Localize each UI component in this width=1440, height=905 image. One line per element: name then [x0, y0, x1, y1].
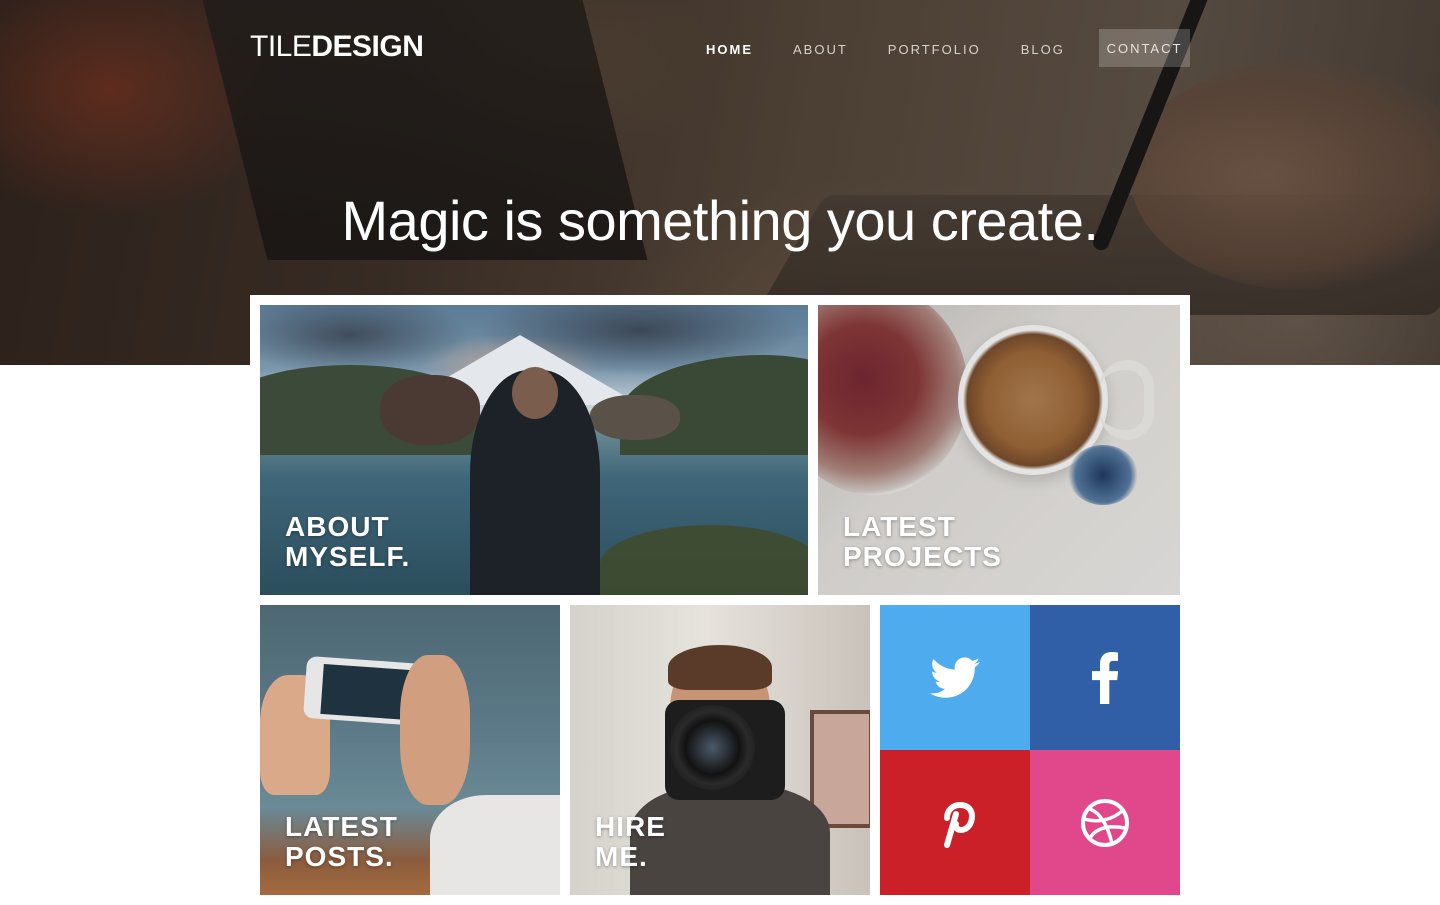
tile-label-line: LATEST [285, 811, 398, 842]
nav-blog[interactable]: BLOG [1021, 42, 1065, 58]
person-hair [668, 645, 772, 690]
tile-label-line: ABOUT [285, 511, 390, 542]
right-hand [400, 655, 470, 805]
dribbble-tile[interactable] [1030, 750, 1180, 895]
hero-headline: Magic is something you create. [341, 188, 1099, 252]
logo-light-text: TILE [250, 30, 312, 63]
tile-hire-me[interactable]: HIRE ME. [570, 605, 870, 895]
contact-button[interactable]: CONTACT [1099, 29, 1190, 67]
tile-label-line: LATEST [843, 511, 956, 542]
lake-rock [380, 375, 480, 445]
tile-about-myself[interactable]: ABOUT MYSELF. [260, 305, 808, 595]
tile-hire-label: HIRE ME. [595, 812, 666, 872]
tile-label-line: ME. [595, 841, 648, 872]
twitter-icon [930, 656, 980, 698]
shore-grass [600, 525, 808, 595]
pinterest-icon [944, 801, 975, 848]
nav-home[interactable]: HOME [706, 42, 753, 58]
dribbble-icon [1081, 798, 1129, 847]
main-nav: HOME ABOUT PORTFOLIO BLOG [706, 42, 1105, 58]
tile-label-line: POSTS. [285, 841, 394, 872]
lake-rock [590, 395, 680, 440]
tile-label-line: HIRE [595, 811, 666, 842]
camera-lens [670, 705, 755, 790]
person-head [512, 367, 558, 419]
tile-label-line: PROJECTS [843, 541, 1002, 572]
facebook-tile[interactable] [1030, 605, 1180, 750]
tile-posts-label: LATEST POSTS. [285, 812, 398, 872]
phone-screen [320, 663, 412, 721]
tile-about-label: ABOUT MYSELF. [285, 512, 410, 572]
twitter-tile[interactable] [880, 605, 1030, 750]
sleeve [430, 795, 560, 895]
logo-bold-text: DESIGN [311, 30, 424, 63]
tile-latest-projects[interactable]: LATEST PROJECTS [818, 305, 1180, 595]
site-logo[interactable]: TILEDESIGN [250, 30, 424, 64]
nav-about[interactable]: ABOUT [793, 42, 848, 58]
nav-portfolio[interactable]: PORTFOLIO [888, 42, 981, 58]
pinterest-tile[interactable] [880, 750, 1030, 895]
tile-label-line: MYSELF. [285, 541, 411, 572]
tile-latest-posts[interactable]: LATEST POSTS. [260, 605, 560, 895]
tile-projects-label: LATEST PROJECTS [843, 512, 1002, 572]
facebook-icon [1092, 651, 1118, 704]
